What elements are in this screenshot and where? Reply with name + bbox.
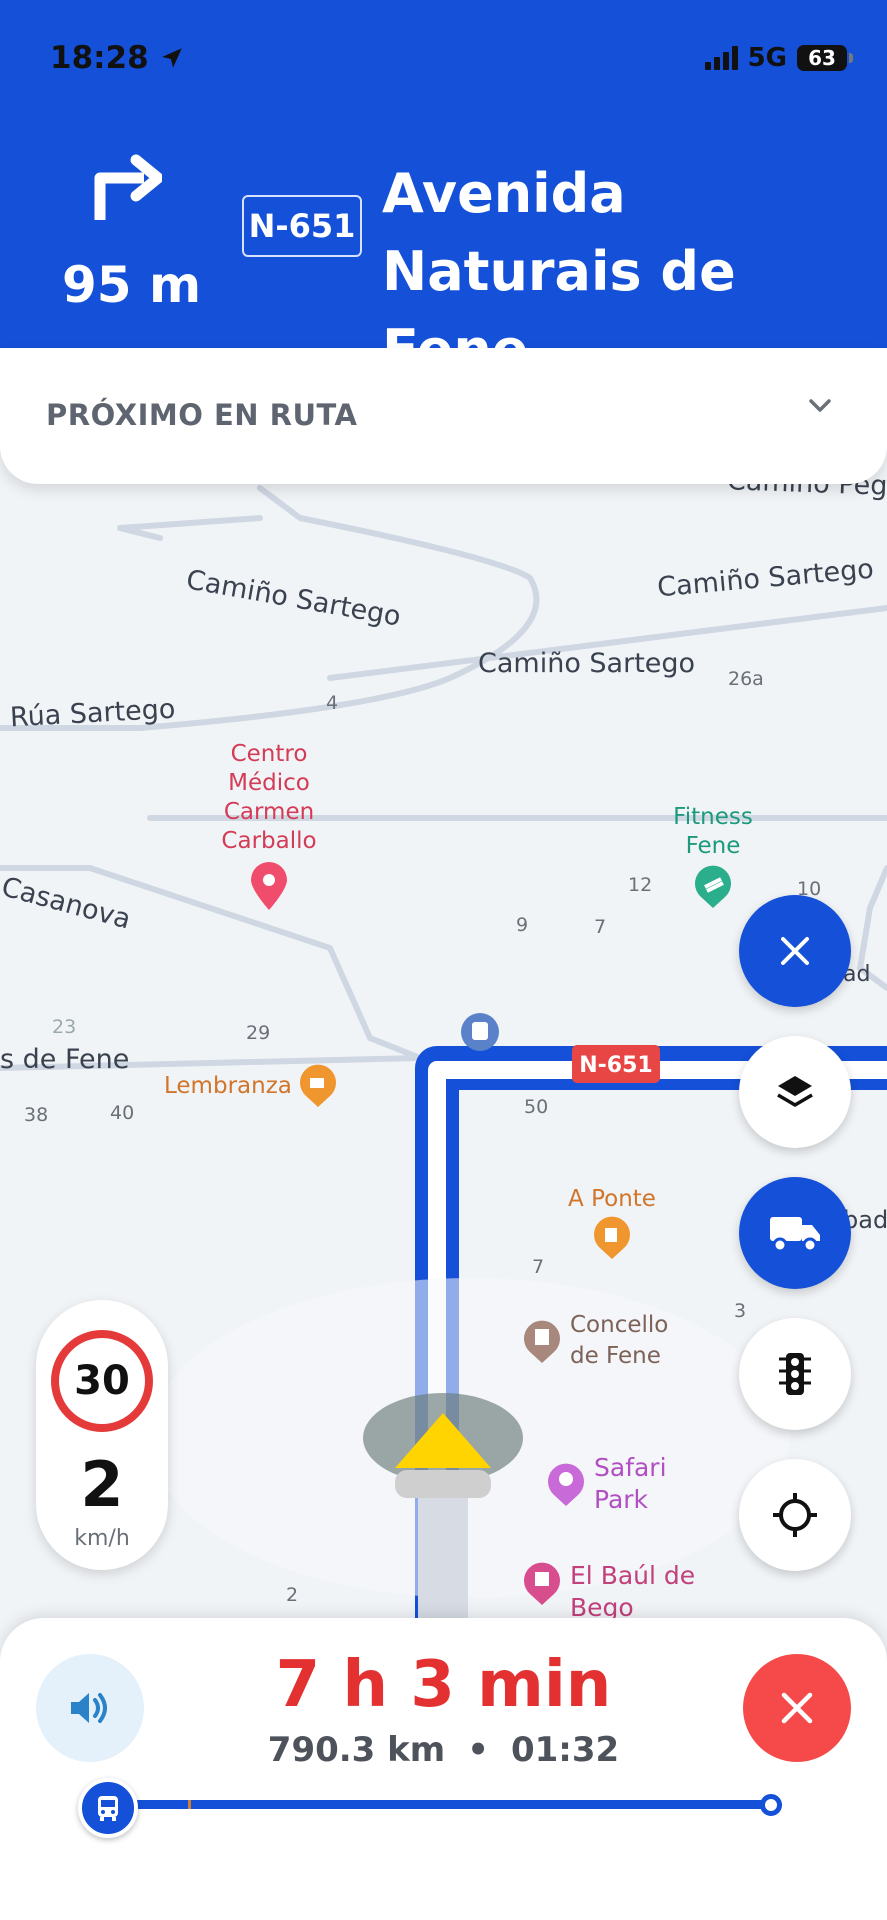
layers-button[interactable] [739, 1036, 851, 1148]
house-number: 4 [326, 692, 339, 714]
house-number: 29 [246, 1022, 271, 1044]
progress-marker [188, 1800, 191, 1809]
battery-icon: 63 [797, 45, 853, 71]
speed-widget: 30 2 km/h [36, 1300, 168, 1570]
shirt-icon [524, 1562, 560, 1605]
maneuver-distance: 95 m [62, 256, 202, 314]
destination-marker [760, 1794, 782, 1816]
next-on-route-panel[interactable]: PRÓXIMO EN RUTA [0, 348, 887, 484]
poi-baul[interactable]: El Baúl de Bego [522, 1560, 720, 1620]
status-right: 5G 63 [704, 43, 853, 73]
beer-icon [594, 1216, 630, 1259]
recenter-button[interactable] [739, 1459, 851, 1571]
location-arrow-icon [161, 48, 182, 68]
poi-label: El Baúl de Bego [570, 1561, 696, 1620]
turn-right-icon [94, 154, 162, 220]
speed-limit-sign: 30 [51, 1330, 153, 1432]
house-number: 23 [52, 1016, 77, 1038]
separator-dot: • [467, 1730, 489, 1770]
truck-icon [770, 1217, 820, 1253]
close-route-preview-button[interactable] [739, 895, 851, 1007]
road-number-badge: N-651 [242, 195, 362, 257]
house-number: 9 [516, 914, 529, 936]
poi-centro-medico[interactable]: Centro Médico Carmen Carballo [204, 740, 334, 916]
chevron-down-icon[interactable] [805, 390, 835, 420]
house-number: 50 [524, 1096, 549, 1118]
poi-bus-stop[interactable] [460, 1012, 500, 1056]
poi-a-ponte[interactable]: A Ponte [562, 1186, 662, 1264]
trip-summary-panel: 7 h 3 min 790.3 km • 01:32 [0, 1618, 887, 1920]
poi-safari-park[interactable]: Safari Park [546, 1452, 684, 1516]
close-icon [781, 1692, 813, 1724]
speed-unit: km/h [74, 1526, 130, 1551]
truck-mode-button[interactable] [739, 1177, 851, 1289]
navigation-header: 18:28 5G 63 95 m N-651 Avenida Naturais … [0, 0, 887, 381]
poi-label: Fitness Fene [673, 804, 753, 859]
house-number: 2 [286, 1584, 299, 1606]
bus-icon [98, 1796, 118, 1821]
network-label: 5G [747, 43, 787, 73]
house-number: 40 [110, 1102, 135, 1124]
house-number: 12 [628, 874, 653, 896]
map-pin-icon [251, 862, 287, 910]
poi-concello[interactable]: Concello de Fene [522, 1310, 680, 1372]
current-speed: 2 [80, 1448, 124, 1521]
poi-label: Centro Médico Carmen Carballo [221, 741, 317, 854]
poi-fitness[interactable]: Fitness Fene [658, 803, 768, 913]
bus-stop-icon [461, 1013, 499, 1051]
battery-level: 63 [808, 46, 836, 70]
status-time: 18:28 [50, 40, 185, 76]
poi-label: Concello de Fene [570, 1312, 669, 1369]
house-number: 26a [728, 668, 764, 690]
map-road-shield: N-651 [579, 1053, 652, 1078]
time-text: 18:28 [50, 40, 149, 76]
remaining-distance: 790.3 km [267, 1730, 446, 1770]
cafe-icon [299, 1064, 336, 1107]
traffic-button[interactable] [739, 1318, 851, 1430]
house-number: 38 [24, 1104, 49, 1126]
next-on-route-label: PRÓXIMO EN RUTA [46, 398, 358, 432]
traffic-light-icon [779, 1353, 811, 1395]
progress-vehicle-marker [78, 1778, 138, 1838]
close-icon [781, 937, 809, 965]
house-number: 3 [734, 1300, 747, 1322]
bulb-icon [548, 1463, 584, 1506]
house-number: 7 [532, 1256, 545, 1278]
signal-icon [704, 46, 738, 70]
end-navigation-button[interactable] [743, 1654, 851, 1762]
arrival-time: 01:32 [510, 1730, 620, 1770]
poi-label: Lembranza [164, 1073, 292, 1099]
building-icon [524, 1320, 560, 1363]
status-bar: 18:28 5G 63 [50, 38, 853, 78]
poi-label: Safari Park [594, 1453, 667, 1514]
poi-label: A Ponte [568, 1186, 656, 1212]
fitness-icon [695, 865, 731, 908]
layers-icon [777, 1076, 813, 1107]
street-label: Camiño Sartego [478, 648, 696, 679]
street-label: s de Fene [0, 1044, 130, 1075]
crosshair-icon [773, 1493, 817, 1537]
poi-lembranza[interactable]: Lembranza [164, 1064, 338, 1108]
house-number: 7 [594, 916, 607, 938]
route-progress-bar [108, 1800, 770, 1809]
